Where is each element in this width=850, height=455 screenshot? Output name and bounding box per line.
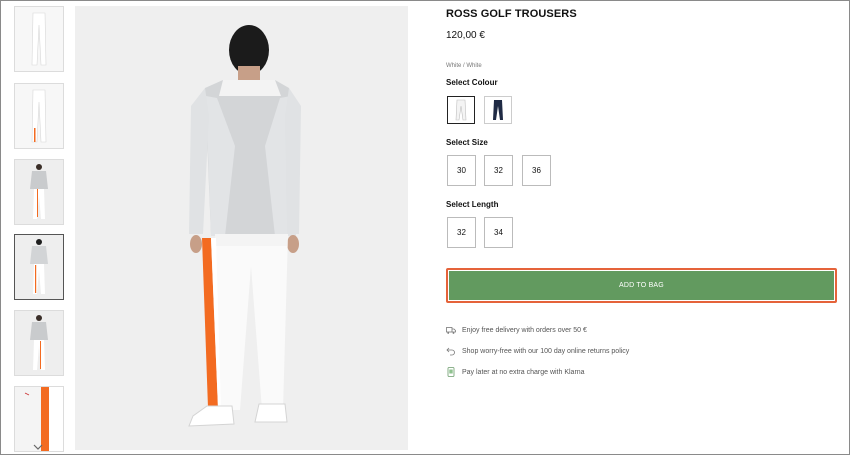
- thumbnail-trousers-front[interactable]: [14, 6, 64, 72]
- thumbnail-model-front[interactable]: [14, 159, 64, 225]
- product-details: ROSS GOLF TROUSERS 120,00 € White / Whit…: [446, 0, 841, 455]
- chevron-down-icon[interactable]: [32, 439, 44, 450]
- klarna-icon: [446, 367, 456, 377]
- info-returns: Shop worry-free with our 100 day online …: [446, 345, 629, 357]
- info-delivery: Enjoy free delivery with orders over 50 …: [446, 324, 587, 336]
- select-size-label: Select Size: [446, 138, 488, 147]
- info-klarna-text: Pay later at no extra charge with Klarna: [462, 368, 585, 376]
- length-option-34[interactable]: 34: [484, 217, 513, 248]
- info-delivery-text: Enjoy free delivery with orders over 50 …: [462, 326, 587, 334]
- return-arrow-icon: [446, 346, 456, 356]
- size-option-30[interactable]: 30: [447, 155, 476, 186]
- select-colour-label: Select Colour: [446, 78, 498, 87]
- info-klarna: Pay later at no extra charge with Klarna: [446, 366, 585, 378]
- colour-swatch-white[interactable]: [447, 96, 475, 124]
- size-option-36[interactable]: 36: [522, 155, 551, 186]
- selected-colour-name: White / White: [446, 63, 482, 69]
- thumbnail-trousers-back[interactable]: [14, 83, 64, 149]
- main-product-image: [75, 6, 408, 450]
- truck-icon: [446, 325, 456, 335]
- select-length-label: Select Length: [446, 200, 499, 209]
- size-option-32[interactable]: 32: [484, 155, 513, 186]
- thumbnail-model-side[interactable]: [14, 310, 64, 376]
- swatch-navy-trousers-icon: [493, 100, 503, 120]
- colour-swatch-navy[interactable]: [484, 96, 512, 124]
- product-price: 120,00 €: [446, 30, 485, 41]
- info-returns-text: Shop worry-free with our 100 day online …: [462, 347, 630, 355]
- length-option-32[interactable]: 32: [447, 217, 476, 248]
- add-to-bag-button[interactable]: ADD TO BAG: [449, 271, 834, 300]
- swatch-white-trousers-icon: [455, 99, 467, 121]
- thumbnail-gallery[interactable]: [14, 6, 64, 452]
- thumbnail-model-back[interactable]: [14, 234, 64, 300]
- product-title: ROSS GOLF TROUSERS: [446, 8, 577, 20]
